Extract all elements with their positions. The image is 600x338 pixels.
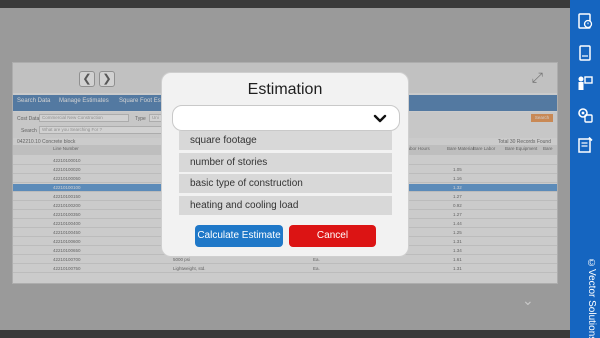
col-bare-labor: Bare Labor <box>473 146 496 151</box>
row-description: 5000 psi <box>173 257 191 262</box>
row-line-number: 42210100750 <box>53 266 81 271</box>
book-icon[interactable] <box>576 44 594 62</box>
row-line-number: 42210100400 <box>53 221 81 226</box>
type-label: Type <box>135 116 146 122</box>
chevron-down-icon <box>373 114 387 123</box>
col-bare-material: Bare Material <box>447 146 474 151</box>
notes-icon[interactable] <box>576 136 594 154</box>
vendor-credit: ©Vector Solutions <box>586 258 597 338</box>
presenter-icon[interactable] <box>576 74 594 92</box>
row-bare-material: 1.31 <box>453 266 462 271</box>
forward-arrow-icon[interactable]: ❯ <box>99 71 115 87</box>
row-bare-material: 1.27 <box>453 212 462 217</box>
row-line-number: 42210100100 <box>53 185 81 190</box>
calculate-estimate-button[interactable]: Calculate Estimate <box>195 225 283 247</box>
col-line-number: Line Number <box>53 146 79 151</box>
tab-square-foot-estimate[interactable]: Square Foot Esti <box>119 98 164 104</box>
estimation-dialog: Estimation square footage number of stor… <box>161 72 409 257</box>
expand-icon[interactable]: ⤢ <box>532 69 543 86</box>
row-line-number: 42210100600 <box>53 239 81 244</box>
row-line-number: 42210100200 <box>53 203 81 208</box>
bottom-bar <box>0 330 570 338</box>
row-line-number: 42210100700 <box>53 257 81 262</box>
row-line-number: 42210100350 <box>53 212 81 217</box>
search-input[interactable]: What are you Searching For ? <box>39 126 163 134</box>
row-bare-material: 1.25 <box>453 230 462 235</box>
cancel-button[interactable]: Cancel <box>289 225 376 247</box>
option-square-footage[interactable]: square footage <box>179 131 392 150</box>
table-row[interactable]: 42210100750 Lightweight, std. Ea. 1.31 <box>13 265 557 273</box>
row-line-number: 42210100450 <box>53 230 81 235</box>
option-heating-and-cooling-load[interactable]: heating and cooling load <box>179 195 392 215</box>
row-bare-material: 1.31 <box>453 239 462 244</box>
estimation-type-dropdown[interactable] <box>172 105 400 131</box>
row-line-number: 42210100020 <box>53 167 81 172</box>
row-bare-material: 1.61 <box>453 257 462 262</box>
row-line-number: 42210100150 <box>53 194 81 199</box>
option-number-of-stories[interactable]: number of stories <box>179 152 392 172</box>
clock-document-icon[interactable] <box>576 12 594 30</box>
settings-phone-icon[interactable] <box>576 106 594 124</box>
logo-watermark-icon: ⌄ <box>522 292 534 308</box>
search-button[interactable]: Search <box>531 114 553 122</box>
row-line-number: 42210100010 <box>53 158 81 163</box>
screen: ❮ ❯ ⤢ Search Data Manage Estimates Squar… <box>0 0 600 338</box>
row-unit: Ea. <box>313 257 320 262</box>
row-bare-material: 1.32 <box>453 185 462 190</box>
row-line-number: 42210100050 <box>53 176 81 181</box>
dropdown-options: square footage number of stories basic t… <box>179 131 392 217</box>
row-unit: Ea. <box>313 266 320 271</box>
right-sidebar: ©Vector Solutions <box>570 0 600 338</box>
col-bare-equipment: Bare Equipment <box>505 146 538 151</box>
row-line-number: 42210100650 <box>53 248 81 253</box>
top-bar <box>0 0 570 8</box>
cost-data-label: Cost Data <box>17 116 40 122</box>
option-basic-type-of-construction[interactable]: basic type of construction <box>179 174 392 193</box>
row-bare-material: 1.44 <box>453 221 462 226</box>
row-description: Lightweight, std. <box>173 266 206 271</box>
row-bare-material: 1.27 <box>453 194 462 199</box>
row-bare-material: 1.16 <box>453 176 462 181</box>
table-row[interactable]: 42210100700 5000 psi Ea. 1.61 <box>13 256 557 264</box>
tab-search-data[interactable]: Search Data <box>17 98 50 104</box>
dialog-title: Estimation <box>247 81 323 98</box>
row-bare-material: 1.05 <box>453 167 462 172</box>
col-bare: Bare <box>543 146 553 151</box>
tab-manage-estimates[interactable]: Manage Estimates <box>59 98 109 104</box>
cost-data-select[interactable]: Commercial New Construction <box>39 114 129 122</box>
back-arrow-icon[interactable]: ❮ <box>79 71 95 87</box>
search-label: Search <box>21 128 37 134</box>
row-bare-material: 1.34 <box>453 248 462 253</box>
row-bare-material: 0.92 <box>453 203 462 208</box>
